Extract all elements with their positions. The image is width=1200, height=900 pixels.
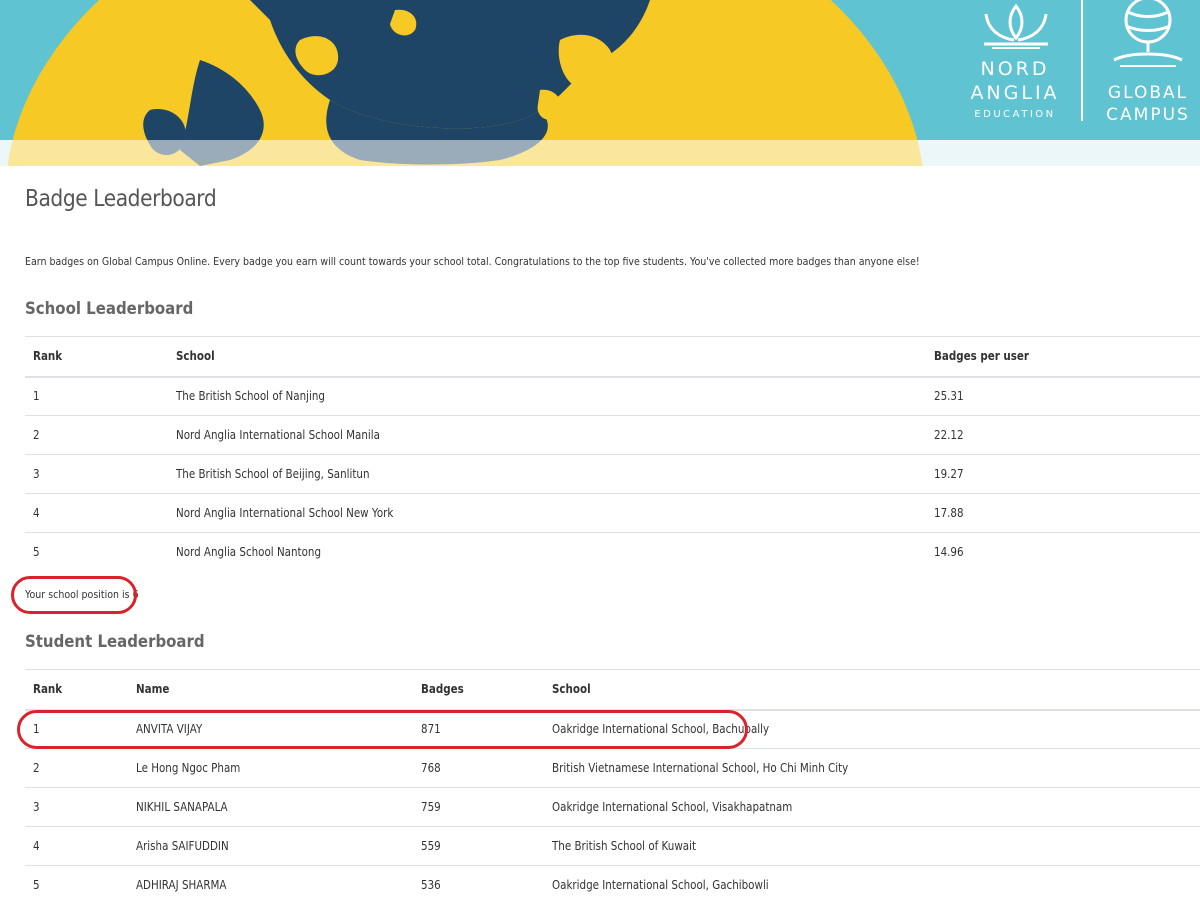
badges-cell: 871	[413, 709, 544, 749]
badges-per-user-cell: 22.12	[926, 415, 1200, 455]
table-row: 3 The British School of Beijing, Sanlitu…	[25, 454, 1200, 494]
school-leaderboard-title: School Leaderboard	[25, 299, 194, 319]
column-header-name: Name	[128, 669, 413, 711]
rank-cell: 3	[25, 787, 128, 827]
column-header-rank: Rank	[25, 336, 168, 378]
table-row: 2 Le Hong Ngoc Pham 768 British Vietname…	[25, 748, 1200, 788]
name-cell: ANVITA VIJAY	[128, 709, 413, 749]
badges-per-user-cell: 25.31	[926, 376, 1200, 416]
nord-anglia-logo: NORD ANGLIA EDUCATION	[970, 0, 1060, 120]
school-cell: Oakridge International School, Bachupall…	[544, 709, 1200, 749]
school-cell: The British School of Beijing, Sanlitun	[168, 454, 926, 494]
table-header-row: Rank School Badges per user	[25, 336, 1200, 378]
brand-education-word: EDUCATION	[974, 109, 1056, 120]
table-row: 1 The British School of Nanjing 25.31	[25, 376, 1200, 416]
rank-cell: 5	[33, 545, 40, 560]
table-row: 4 Nord Anglia International School New Y…	[25, 493, 1200, 533]
rank-cell: 5	[33, 878, 40, 893]
student-leaderboard-title: Student Leaderboard	[25, 632, 205, 652]
school-cell: British Vietnamese International School,…	[544, 748, 1200, 788]
brand-global-word: GLOBAL	[1107, 83, 1189, 103]
school-cell: The British School of Nanjing	[168, 376, 926, 416]
badges-per-user-cell: 17.88	[926, 493, 1200, 533]
badges-per-user-cell: 19.27	[926, 454, 1200, 494]
table-row: 1 ANVITA VIJAY 871 Oakridge Internationa…	[25, 709, 1200, 749]
column-header-school: School	[168, 336, 926, 378]
name-cell: NIKHIL SANAPALA	[128, 787, 413, 827]
intro-text: Earn badges on Global Campus Online. Eve…	[25, 255, 920, 268]
badges-cell: 768	[413, 748, 544, 788]
rank-cell: 3	[25, 454, 168, 494]
rank-cell: 4	[25, 826, 128, 866]
table-row: 5 ADHIRAJ SHARMA 536 Oakridge Internatio…	[25, 866, 1200, 900]
student-leaderboard-table: Rank Name Badges School 1 ANVITA VIJAY 8…	[25, 669, 1200, 900]
school-cell: Nord Anglia International School New Yor…	[168, 493, 926, 533]
badges-cell: 536	[421, 878, 441, 893]
header-banner: NORD ANGLIA EDUCATION GLOBAL CAMPUS	[0, 0, 1200, 166]
school-cell: Nord Anglia International School Manila	[168, 415, 926, 455]
badges-cell: 559	[413, 826, 544, 866]
table-row: 3 NIKHIL SANAPALA 759 Oakridge Internati…	[25, 787, 1200, 827]
rank-cell: 4	[25, 493, 168, 533]
school-cell: Nord Anglia School Nantong	[176, 545, 322, 560]
school-position-note: Your school position is 6	[25, 588, 139, 601]
brand-campus-word: CAMPUS	[1106, 105, 1190, 125]
table-row: 2 Nord Anglia International School Manil…	[25, 415, 1200, 455]
global-campus-logo: GLOBAL CAMPUS	[1100, 0, 1196, 126]
main-content: Badge Leaderboard Earn badges on Global …	[5, 166, 1200, 900]
column-header-rank: Rank	[25, 669, 128, 711]
badges-per-user-cell: 14.96	[934, 545, 964, 560]
table-row: 5 Nord Anglia School Nantong 14.96	[25, 533, 1200, 572]
school-cell: Oakridge International School, Visakhapa…	[544, 787, 1200, 827]
page-title: Badge Leaderboard	[25, 186, 217, 212]
brand-anglia-word: ANGLIA	[970, 82, 1060, 104]
name-cell: Arisha SAIFUDDIN	[128, 826, 413, 866]
logo-divider	[1081, 0, 1083, 121]
rank-cell: 1	[25, 709, 128, 749]
column-header-badges-per-user: Badges per user	[926, 336, 1200, 378]
column-header-school: School	[544, 669, 1200, 711]
name-cell: ADHIRAJ SHARMA	[136, 878, 227, 893]
badges-cell: 759	[413, 787, 544, 827]
school-cell: The British School of Kuwait	[544, 826, 1200, 866]
rank-cell: 1	[25, 376, 168, 416]
name-cell: Le Hong Ngoc Pham	[128, 748, 413, 788]
table-header-row: Rank Name Badges School	[25, 669, 1200, 711]
school-cell: Oakridge International School, Gachibowl…	[552, 878, 769, 893]
rank-cell: 2	[25, 415, 168, 455]
school-leaderboard-table: Rank School Badges per user 1 The Britis…	[25, 336, 1200, 572]
rank-cell: 2	[25, 748, 128, 788]
table-row: 4 Arisha SAIFUDDIN 559 The British Schoo…	[25, 826, 1200, 866]
brand-nord-word: NORD	[980, 58, 1050, 80]
column-header-badges: Badges	[413, 669, 544, 711]
